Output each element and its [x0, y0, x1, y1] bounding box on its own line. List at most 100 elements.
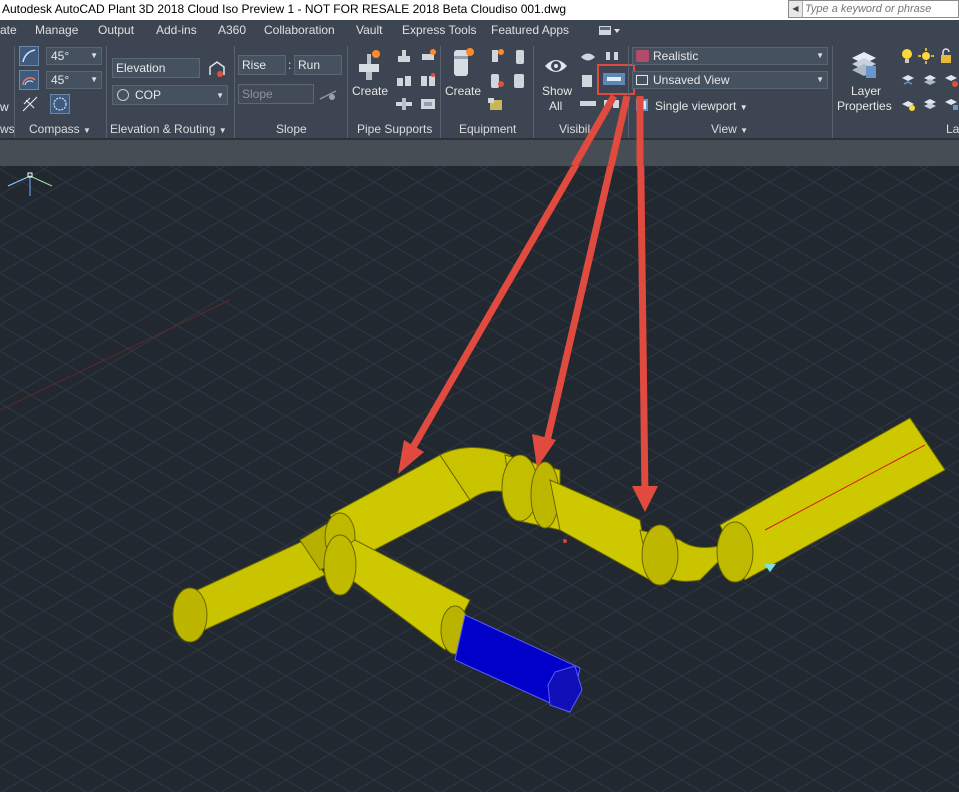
tab-collaboration[interactable]: Collaboration	[264, 23, 335, 37]
lightbulb-icon[interactable]	[900, 48, 914, 64]
panel-separator	[347, 46, 348, 138]
ribbon-tab-bar: ate Manage Output Add-ins A360 Collabora…	[0, 20, 959, 42]
panel-separator	[628, 46, 629, 138]
layer-tool-icon-1[interactable]	[900, 72, 916, 88]
compass-angle-2-value: 45°	[51, 73, 70, 87]
elevation-field[interactable]: Elevation	[112, 58, 200, 78]
panel-separator	[234, 46, 235, 138]
panel-label-layers: Lay	[946, 122, 959, 136]
equipment-create-label[interactable]: Create	[445, 84, 481, 98]
compass-toggle-icon[interactable]	[50, 94, 70, 114]
slope-pick-icon[interactable]	[318, 86, 338, 102]
title-bar: Autodesk AutoCAD Plant 3D 2018 Cloud Iso…	[0, 0, 959, 20]
point-marker	[563, 539, 567, 543]
hide-tool-icon-6[interactable]	[602, 97, 622, 111]
panel-label-pipe-supports: Pipe Supports	[357, 122, 433, 136]
cop-dropdown[interactable]: COP ▼	[112, 85, 228, 105]
search-expand-icon[interactable]: ◀	[789, 1, 803, 17]
support-tool-icon-6[interactable]	[418, 96, 438, 112]
panel-label-slope: Slope	[276, 122, 307, 136]
panel-label-views[interactable]: ws	[0, 122, 15, 136]
show-all-label-2[interactable]: All	[549, 99, 562, 113]
pick-elevation-icon[interactable]	[206, 59, 228, 79]
layer-tool-icon-4[interactable]	[900, 96, 916, 112]
visual-style-dropdown[interactable]: Realistic ▼	[632, 47, 828, 65]
tab-output[interactable]: Output	[98, 23, 134, 37]
search-box[interactable]: ◀	[788, 0, 959, 18]
tab-featured-apps[interactable]: Featured Apps	[491, 23, 569, 37]
panel-label-elevation-routing[interactable]: Elevation & Routing ▼	[110, 122, 227, 136]
tab-a360[interactable]: A360	[218, 23, 246, 37]
tab-create[interactable]: ate	[0, 23, 17, 37]
tab-manage[interactable]: Manage	[35, 23, 78, 37]
layer-tool-icon-3[interactable]	[943, 72, 959, 88]
compass-angle-2[interactable]: 45° ▼	[46, 71, 102, 89]
rise-run-colon: :	[288, 58, 292, 72]
layer-properties-label-1[interactable]: Layer	[851, 84, 881, 98]
support-tool-icon-1[interactable]	[394, 48, 414, 66]
named-view-dropdown[interactable]: Unsaved View ▼	[632, 71, 828, 89]
support-tool-icon-5[interactable]	[394, 96, 414, 112]
ribbon-options-icon[interactable]	[597, 24, 621, 38]
layer-tool-icon-5[interactable]	[922, 96, 938, 112]
panel-label-compass[interactable]: Compass ▼	[29, 122, 91, 136]
layer-tool-icon-6[interactable]	[943, 96, 959, 112]
named-view-icon	[636, 75, 648, 85]
pipe-support-create-icon[interactable]	[354, 46, 384, 82]
tab-add-ins[interactable]: Add-ins	[156, 23, 197, 37]
panel-separator	[832, 46, 833, 138]
equipment-tool-icon-1[interactable]	[486, 48, 506, 66]
equipment-create-icon[interactable]	[447, 46, 477, 82]
equipment-tool-icon-4[interactable]	[510, 72, 530, 90]
hide-tool-icon-5[interactable]	[578, 97, 598, 111]
show-all-label-1[interactable]: Show	[542, 84, 572, 98]
named-view-value: Unsaved View	[653, 73, 730, 87]
compass-angle-1-value: 45°	[51, 49, 70, 63]
pipe-support-create-label[interactable]: Create	[352, 84, 388, 98]
layer-properties-icon[interactable]	[848, 46, 880, 82]
file-tab-strip	[0, 140, 959, 166]
visual-style-icon	[636, 50, 649, 62]
panel-label-view[interactable]: View ▼	[711, 122, 748, 136]
compass-angle-icon[interactable]	[19, 46, 39, 66]
support-tool-icon-3[interactable]	[394, 72, 414, 90]
equipment-tool-icon-5[interactable]	[486, 96, 506, 112]
tab-express-tools[interactable]: Express Tools	[402, 23, 476, 37]
panel-separator	[440, 46, 441, 138]
compass-snap-icon[interactable]	[21, 95, 39, 113]
support-tool-icon-2[interactable]	[418, 48, 438, 66]
compass-angle-1[interactable]: 45° ▼	[46, 47, 102, 65]
viewport-canvas	[0, 166, 959, 792]
window-title: Autodesk AutoCAD Plant 3D 2018 Cloud Iso…	[2, 2, 567, 16]
hide-tool-icon-1[interactable]	[578, 48, 598, 66]
panel-label-compass-text: Compass	[29, 122, 80, 136]
visual-style-value: Realistic	[653, 49, 699, 63]
hide-tool-icon-3[interactable]	[578, 72, 598, 90]
slope-field[interactable]: Slope	[238, 84, 314, 104]
cop-value: COP	[135, 88, 162, 102]
panel-label-elevation-routing-text: Elevation & Routing	[110, 122, 216, 136]
viewport-config-dropdown[interactable]: Single viewport ▼	[655, 99, 748, 113]
layer-properties-label-2[interactable]: Properties	[837, 99, 892, 113]
equipment-tool-icon-2[interactable]	[510, 48, 530, 66]
left-cut-text: w	[0, 100, 9, 114]
run-field[interactable]: Run	[294, 55, 342, 75]
panel-separator	[14, 46, 15, 138]
layer-tool-icon-2[interactable]	[922, 72, 938, 88]
tab-vault[interactable]: Vault	[356, 23, 382, 37]
sun-icon[interactable]	[918, 48, 934, 64]
show-all-icon[interactable]	[541, 46, 571, 82]
rise-field[interactable]: Rise	[238, 55, 286, 75]
panel-label-view-text: View	[711, 122, 737, 136]
viewport-config-value: Single viewport	[655, 99, 737, 113]
lock-icon[interactable]	[938, 48, 954, 64]
compass-rotate-icon[interactable]	[19, 70, 39, 90]
support-tool-icon-4[interactable]	[418, 72, 438, 90]
panel-separator	[533, 46, 534, 138]
drawing-viewport[interactable]	[0, 166, 959, 792]
search-input[interactable]	[805, 1, 955, 17]
equipment-tool-icon-3[interactable]	[486, 72, 506, 90]
highlight-box	[597, 64, 635, 95]
viewport-icon	[635, 98, 649, 112]
cop-icon	[117, 88, 129, 101]
